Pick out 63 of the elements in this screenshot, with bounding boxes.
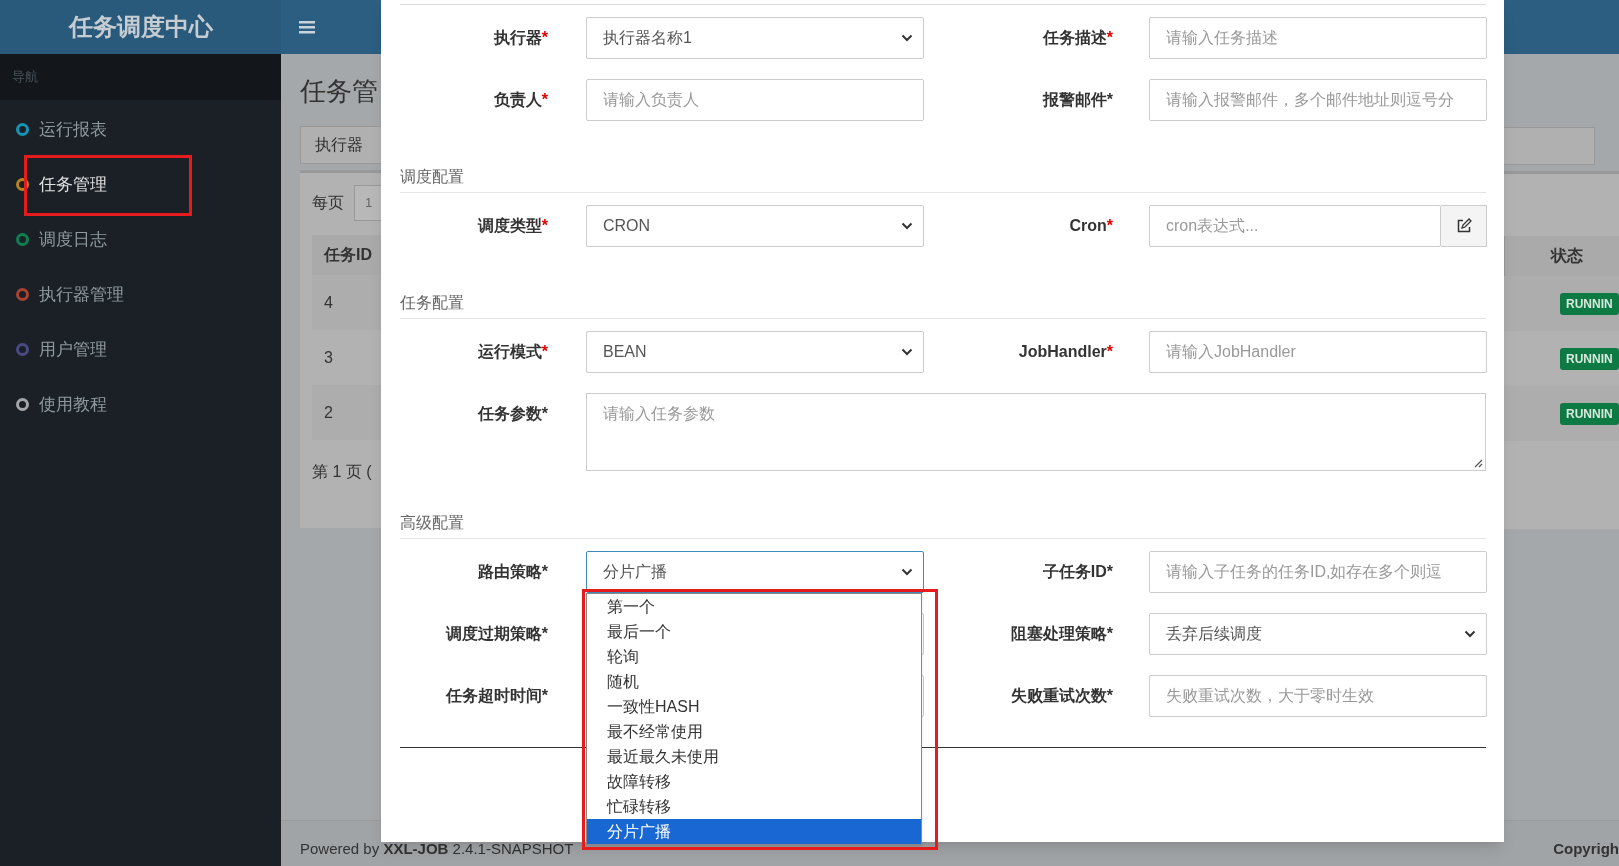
select-field[interactable]: 执行器名称1 [586,17,924,59]
table-cell-text: 3 [324,347,333,368]
edit-icon [1455,218,1472,234]
field-label: 运行模式* [477,342,548,362]
caret-icon [901,222,913,230]
field-label: 报警邮件* [1042,90,1113,110]
dropdown-option[interactable]: 一致性HASH [587,694,921,719]
status-badge: RUNNIN [1560,347,1619,370]
field-label: JobHandler* [1018,342,1113,362]
dropdown-option[interactable]: 最不经常使用 [587,719,921,744]
section-title: 调度配置 [400,168,464,185]
caret-icon [901,348,913,356]
caret-icon [901,568,913,576]
field-label: 执行器* [493,28,548,48]
edit-button[interactable] [1441,205,1487,247]
dropdown-option[interactable]: 最后一个 [587,619,921,644]
page-title: 任务管 [300,75,379,108]
status-badge: RUNNIN [1560,292,1619,315]
sidebar-item[interactable]: 调度日志 [0,212,281,267]
field-label: 负责人* [493,90,548,111]
nav-header: 导航 [12,68,38,87]
pager-text: 第 1 页 ( [312,462,373,482]
field-label: 失败重试次数* [1010,686,1113,706]
select-field[interactable]: 分片广播 [586,551,924,593]
status-badge: RUNNIN [1560,402,1619,425]
dropdown-option[interactable]: 随机 [587,669,921,694]
sidebar-item[interactable]: 使用教程 [0,377,281,432]
footer-text: Powered by XXL-JOB 2.4.1-SNAPSHOT [300,839,574,860]
copyright-text: Copyrigh [1553,839,1619,860]
dropdown-option[interactable]: 故障转移 [587,769,921,794]
field-label: 任务参数* [477,404,548,424]
sidebar-item[interactable]: 任务管理 [0,157,281,212]
column-header: 状态 [1551,246,1583,266]
field-label: Cron* [1069,216,1113,236]
field-label: 任务超时时间* [445,686,548,706]
field-label: 子任务ID* [1042,562,1113,582]
sidebar-item[interactable]: 执行器管理 [0,267,281,322]
field-label: 调度过期策略* [445,624,548,644]
select-field[interactable]: 丢弃后续调度 [1149,613,1487,655]
table-cell-text: 4 [324,292,333,313]
select-field[interactable]: CRON [586,205,924,247]
table-cell-text: 2 [324,402,333,423]
dropdown-option[interactable]: 忙碌转移 [587,794,921,819]
page-size-label: 每页 [312,193,344,213]
sidebar-item[interactable]: 运行报表 [0,102,281,157]
section-title: 任务配置 [400,294,464,311]
field-label: 任务描述* [1042,28,1113,48]
dropdown-option[interactable]: 最近最久未使用 [587,744,921,769]
select-field[interactable]: BEAN [586,331,924,373]
section-title: 高级配置 [400,514,464,531]
dropdown-option[interactable]: 轮询 [587,644,921,669]
dropdown-option[interactable]: 第一个 [587,594,921,619]
field-label: 路由策略* [477,562,548,582]
resize-handle-icon[interactable] [1474,459,1483,468]
field-label: 调度类型* [477,216,548,236]
dropdown-option[interactable]: 分片广播 [587,819,921,844]
column-header: 任务ID [324,245,372,265]
field-label: 阻塞处理策略* [1010,624,1113,644]
caret-icon [901,34,913,42]
menu-icon[interactable] [299,20,315,34]
caret-icon [1464,630,1476,638]
sidebar-item[interactable]: 用户管理 [0,322,281,377]
app-logo: 任务调度中心 [68,12,213,42]
